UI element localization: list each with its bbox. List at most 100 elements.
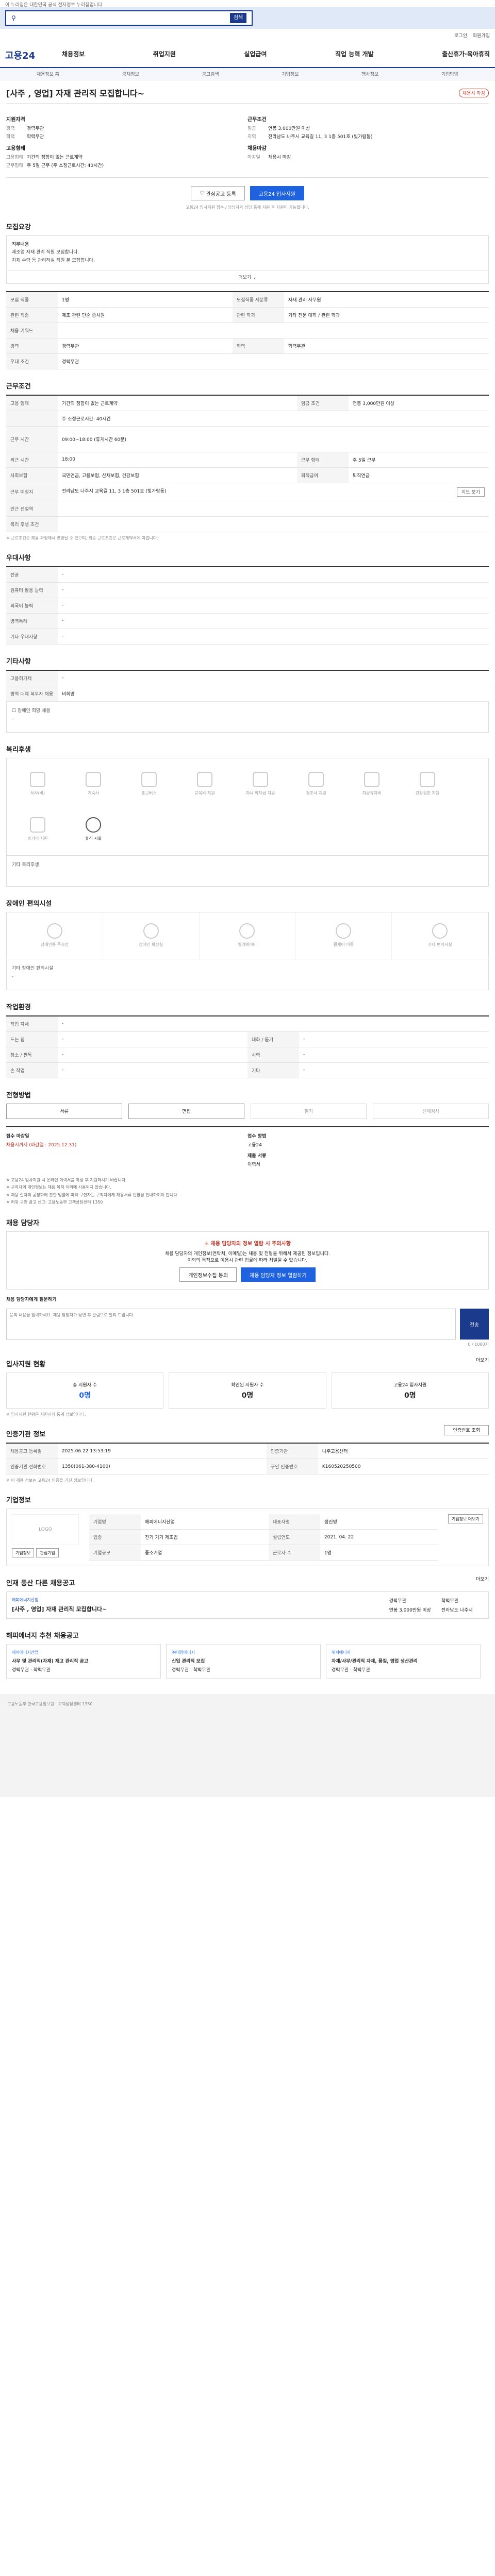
table-row: 컴퓨터 활용 능력 - — [6, 582, 489, 598]
gov-notice-bar: 이 누리집은 대한민국 공식 전자정부 누리집입니다. — [0, 0, 495, 8]
deadline-badge: 채용시 마감 — [458, 88, 489, 97]
site-footer: 고용노동부 한국고용정보원 · 고객상담센터 1350 — [0, 1694, 495, 1798]
td: 기타 전문 대학 / 관련 학과 — [284, 307, 489, 323]
qa-textarea[interactable] — [6, 1309, 456, 1340]
favorite-company-button[interactable]: 관심기업 — [36, 1548, 59, 1558]
summary-heading: 근무조건 — [248, 117, 267, 123]
parking-icon — [46, 923, 62, 939]
other-facility-icon — [432, 923, 448, 939]
label: 휴가비 지원 — [27, 836, 48, 841]
td: 기간의 정함이 없는 근로계약 — [58, 395, 297, 411]
chevron-down-icon: ⌄ — [253, 275, 257, 280]
td: 제조 관련 단순 종사원 — [58, 307, 233, 323]
job-card[interactable]: 해피에너지 자재/사무/관리직 자재, 품질, 영업 생산관리 경력무관 · 학력무… — [326, 1644, 481, 1679]
td: - — [58, 1047, 248, 1063]
view-contact-button[interactable]: 채용 담당자 정보 열람하기 — [241, 1267, 316, 1282]
th: 병역특례 — [6, 613, 58, 629]
summary-value: 기간의 정함이 없는 근로계약 — [27, 155, 82, 160]
more-label: 더보기 — [238, 275, 252, 280]
value: 0명 — [241, 1391, 254, 1400]
signup-link[interactable]: 회원가입 — [473, 33, 490, 39]
subnav-item[interactable]: 공고검색 — [202, 71, 219, 77]
scholarship-icon — [253, 772, 268, 788]
nav-training[interactable]: 직업 능력 개발 — [335, 49, 374, 58]
table-row: 채용공고 등록일 2025.06.22 13:53:19 인증기관 나주고용센터 — [6, 1443, 489, 1460]
login-link[interactable]: 로그인 — [454, 33, 467, 39]
dormitory-icon — [86, 772, 101, 788]
td: - — [58, 670, 489, 686]
card-company: 해피에너지 — [332, 1650, 351, 1655]
table-row: 고용 형태 기간의 정함이 없는 근로계약 임금 조건 연봉 3,000만원 이상 — [6, 395, 489, 411]
verify-button[interactable]: 인증번호 조회 — [444, 1425, 489, 1435]
section-title-disability: 장애인 편의시설 — [6, 900, 52, 908]
elevator-icon — [239, 923, 255, 939]
summary-value: 경력무관 — [27, 126, 44, 131]
th: 손 작업 — [6, 1062, 58, 1078]
disability-hire-label: ☐ 장애인 희망 채용 — [12, 707, 483, 714]
nav-jobs[interactable]: 채용정보 — [62, 49, 85, 58]
td: 2025.06.22 13:53:19 — [58, 1443, 267, 1460]
consent-button[interactable]: 개인정보수집 동의 — [179, 1267, 237, 1282]
company-more-link[interactable]: 기업정보 더보기 — [448, 1514, 483, 1524]
table-row: 기타 우대사항 - — [6, 629, 489, 645]
table-row: 채용 키워드 — [6, 323, 489, 338]
summary-key: 경력 — [6, 126, 15, 131]
stats-note: ※ 입사지원 현황은 지원자의 통계 정보입니다. — [6, 1412, 86, 1417]
map-button[interactable]: 지도 보기 — [457, 487, 485, 497]
more-link[interactable]: 더보기 — [476, 1357, 489, 1363]
contact-desc: 이외의 목적으로 이용시 관련 법률에 따라 처벌될 수 있습니다. — [187, 1258, 308, 1264]
send-button[interactable]: 전송 — [460, 1309, 489, 1340]
company-box: LOGO 기업정보 관심기업 기업명 해피에너지산업 대표자명 정진영 업종 전기 기기… — [6, 1509, 489, 1567]
process-step: 면접 — [128, 1103, 244, 1119]
job-card[interactable]: ㈜태양에너지 신입 관리직 모집 경력무관 · 학력무관 — [166, 1644, 321, 1679]
subnav-item[interactable]: 채용정보 홈 — [37, 71, 59, 77]
card-company: ㈜태양에너지 — [172, 1650, 195, 1655]
td: - — [58, 598, 489, 614]
welfare-item: 식사(비) — [12, 764, 63, 805]
apply-button[interactable]: 고용24 입사지원 — [250, 186, 304, 200]
td: - — [299, 1047, 489, 1063]
search-input[interactable]: ⚲ 검색 — [5, 10, 253, 26]
subnav-item[interactable]: 기업정보 — [282, 71, 299, 77]
td: 주 소정근로시간: 40시간 — [58, 411, 489, 427]
related-job[interactable]: 해피에너지산업 [사주 , 영업] 자재 관리직 모집합니다~ 경력무관 학력무… — [6, 1591, 489, 1619]
th: 관련 직종 — [6, 307, 58, 323]
stat-card: 고용24 입사지원 0명 — [331, 1372, 489, 1409]
summary-key: 임금 — [248, 126, 256, 131]
contact-desc: 채용 담당자의 개인정보(연락처, 이메일)는 채용 및 전형을 위해서 제공된… — [164, 1251, 330, 1257]
job-card[interactable]: 해피에너지산업 사무 및 관리직(자재) 재고 관리직 공고 경력무관 · 학력무관 — [6, 1644, 161, 1679]
meal-icon — [30, 772, 45, 788]
td: K160520250500 — [318, 1459, 489, 1475]
label: 접수 방법 — [248, 1133, 267, 1139]
nav-unemployment[interactable]: 실업급여 — [244, 49, 267, 58]
subnav-item[interactable]: 행사정보 — [361, 71, 378, 77]
subnav-item[interactable]: 공채정보 — [122, 71, 139, 77]
label: 기타 복리후생 — [12, 862, 39, 868]
td: 18:00 — [58, 452, 297, 468]
more-link[interactable]: 더보기 — [476, 1575, 489, 1582]
nav-employment-support[interactable]: 취업지원 — [153, 49, 176, 58]
td: 주 5일 근무 — [348, 452, 489, 468]
company-left: LOGO 기업정보 관심기업 — [12, 1514, 79, 1561]
info-table-header: 인증기관 정보 인증번호 조회 — [6, 1417, 489, 1443]
th: 인근 전철역 — [6, 501, 58, 517]
subnav-item[interactable]: 기업탐방 — [441, 71, 458, 77]
card-company: 해피에너지산업 — [12, 1650, 39, 1655]
th: 퇴근 시간 — [6, 452, 58, 468]
company-info-button[interactable]: 기업정보 — [12, 1548, 35, 1558]
label: 식사(비) — [30, 791, 45, 796]
td: 전라남도 나주시 교육길 11, 3 1층 501호 (빛가람동) 지도 보기 — [58, 483, 489, 501]
th: 인증기관 전화번호 — [6, 1459, 58, 1475]
more-button[interactable]: 더보기 ⌄ — [6, 270, 489, 284]
search-button[interactable]: 검색 — [230, 13, 246, 23]
td: 2021. 04. 22 — [320, 1529, 438, 1546]
alert-text: 채용 담당자의 정보 열람 시 주의사항 — [210, 1241, 291, 1247]
th: 컴퓨터 활용 능력 — [6, 582, 58, 598]
th: 기타 우대사항 — [6, 629, 58, 645]
section-title-recruit: 모집요강 — [6, 224, 31, 231]
save-job-button[interactable]: ♡ 관심공고 등록 — [191, 186, 245, 200]
info-note: ※ 이 채용 정보는 고용24 인증을 거친 정보입니다. — [6, 1478, 94, 1483]
site-logo[interactable]: 고용24 — [5, 48, 35, 62]
label: 휴식 시설 — [85, 836, 102, 841]
nav-leave[interactable]: 출산휴가·육아휴직 — [442, 49, 490, 58]
